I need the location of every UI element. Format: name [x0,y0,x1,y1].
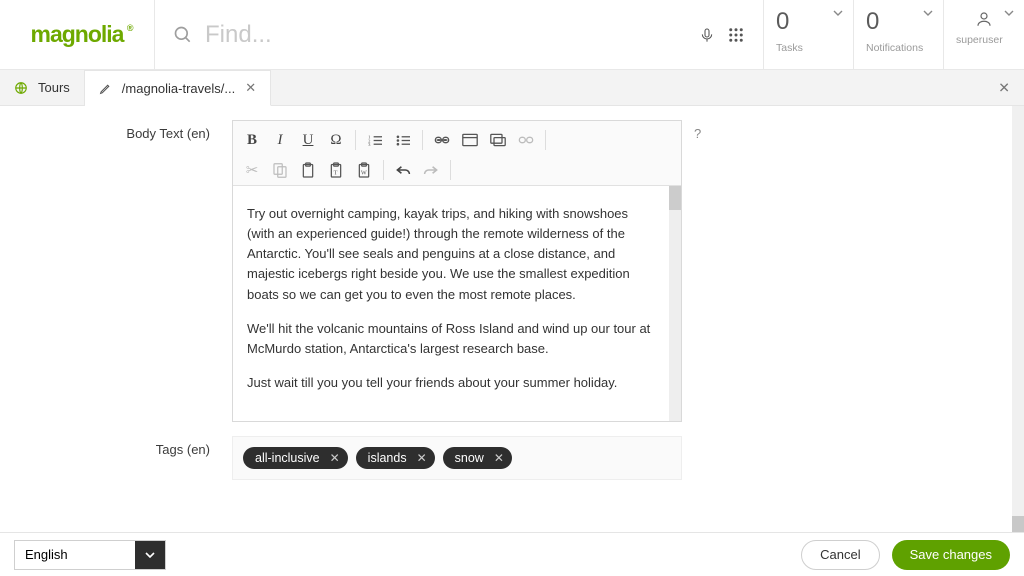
chevron-down-icon [923,10,933,16]
tasks-count: 0 [776,10,841,34]
bodytext-label: Body Text (en) [22,120,232,141]
separator [383,160,384,180]
rte-scrollbar-thumb[interactable] [669,186,681,210]
tag-text: islands [368,451,407,465]
rte-redo-button [418,157,444,183]
rte-bold-button[interactable]: B [239,127,265,153]
rte-unordered-list-button[interactable] [390,127,416,153]
search-area [155,0,764,69]
tags-input[interactable]: all-inclusive ✕ islands ✕ snow ✕ [232,436,682,480]
user-label: superuser [956,34,1012,46]
close-all-icon[interactable]: ✕ [998,79,1010,96]
rte-link-button[interactable] [429,127,455,153]
tag-text: all-inclusive [255,451,320,465]
rte-italic-button[interactable]: I [267,127,293,153]
paragraph: Try out overnight camping, kayak trips, … [247,204,655,305]
rte-paste-button[interactable] [295,157,321,183]
notifications-count: 0 [866,10,931,34]
remove-tag-icon[interactable]: ✕ [417,451,427,465]
tasks-label: Tasks [776,42,841,54]
rte-paste-text-button[interactable]: T [323,157,349,183]
field-tags: Tags (en) all-inclusive ✕ islands ✕ snow ✕ [22,436,990,480]
rich-text-editor: B I U Ω 123 [232,120,682,422]
chevron-down-icon [1004,10,1014,16]
pencil-icon [99,82,112,95]
brand-logo[interactable]: magnolia® [0,0,155,69]
search-icon [173,25,193,45]
separator [422,130,423,150]
footer-bar: English Cancel Save changes [0,532,1024,576]
language-value: English [15,541,135,569]
rte-underline-button[interactable]: U [295,127,321,153]
rte-ordered-list-button[interactable]: 123 [362,127,388,153]
tab-editing[interactable]: /magnolia-travels/... ✕ [85,70,271,106]
tag-text: snow [455,451,484,465]
remove-tag-icon[interactable]: ✕ [330,451,340,465]
field-bodytext: Body Text (en) B I U Ω 123 [22,120,990,422]
tasks-widget[interactable]: 0 Tasks [764,0,854,69]
rte-undo-button[interactable] [390,157,416,183]
cancel-button[interactable]: Cancel [801,540,879,570]
microphone-icon[interactable] [699,25,715,45]
tab-label: /magnolia-travels/... [122,81,235,96]
tag-pill[interactable]: all-inclusive ✕ [243,447,348,469]
top-bar: magnolia® 0 Tasks 0 Notifications superu… [0,0,1024,70]
rte-asset-link-button[interactable] [485,127,511,153]
chevron-down-icon [135,541,165,569]
notifications-widget[interactable]: 0 Notifications [854,0,944,69]
paragraph: We'll hit the volcanic mountains of Ross… [247,319,655,359]
separator [545,130,546,150]
svg-text:W: W [361,170,367,177]
separator [450,160,451,180]
tag-pill[interactable]: snow ✕ [443,447,512,469]
rte-cut-button: ✂ [239,157,265,183]
tab-label: Tours [38,80,70,95]
rte-paste-word-button[interactable]: W [351,157,377,183]
save-button[interactable]: Save changes [892,540,1010,570]
close-tab-icon[interactable]: ✕ [245,80,256,96]
svg-text:T: T [334,170,338,177]
notifications-label: Notifications [866,42,931,54]
rte-scrollbar[interactable] [669,186,681,421]
remove-tag-icon[interactable]: ✕ [494,451,504,465]
rte-copy-button [267,157,293,183]
app-launcher-icon[interactable] [727,26,745,44]
tab-strip: Tours /magnolia-travels/... ✕ ✕ [0,70,1024,106]
chevron-down-icon [833,10,843,16]
search-input[interactable] [205,21,687,49]
user-widget[interactable]: superuser [944,0,1024,69]
paragraph: Just wait till you you tell your friends… [247,373,655,393]
form-area: Body Text (en) B I U Ω 123 [0,106,1024,532]
rte-unlink-button [513,127,539,153]
language-select[interactable]: English [14,540,166,570]
rte-internal-link-button[interactable] [457,127,483,153]
tab-tours[interactable]: Tours [0,70,85,105]
svg-text:3: 3 [368,143,371,147]
scrollbar-track[interactable] [1012,106,1024,532]
tag-pill[interactable]: islands ✕ [356,447,435,469]
rte-special-char-button[interactable]: Ω [323,127,349,153]
scrollbar-thumb[interactable] [1012,516,1024,532]
tags-label: Tags (en) [22,436,232,457]
rte-content[interactable]: Try out overnight camping, kayak trips, … [233,186,669,421]
separator [355,130,356,150]
help-marker[interactable]: ? [682,120,722,141]
rte-toolbar: B I U Ω 123 [233,121,681,186]
globe-icon [14,81,28,95]
